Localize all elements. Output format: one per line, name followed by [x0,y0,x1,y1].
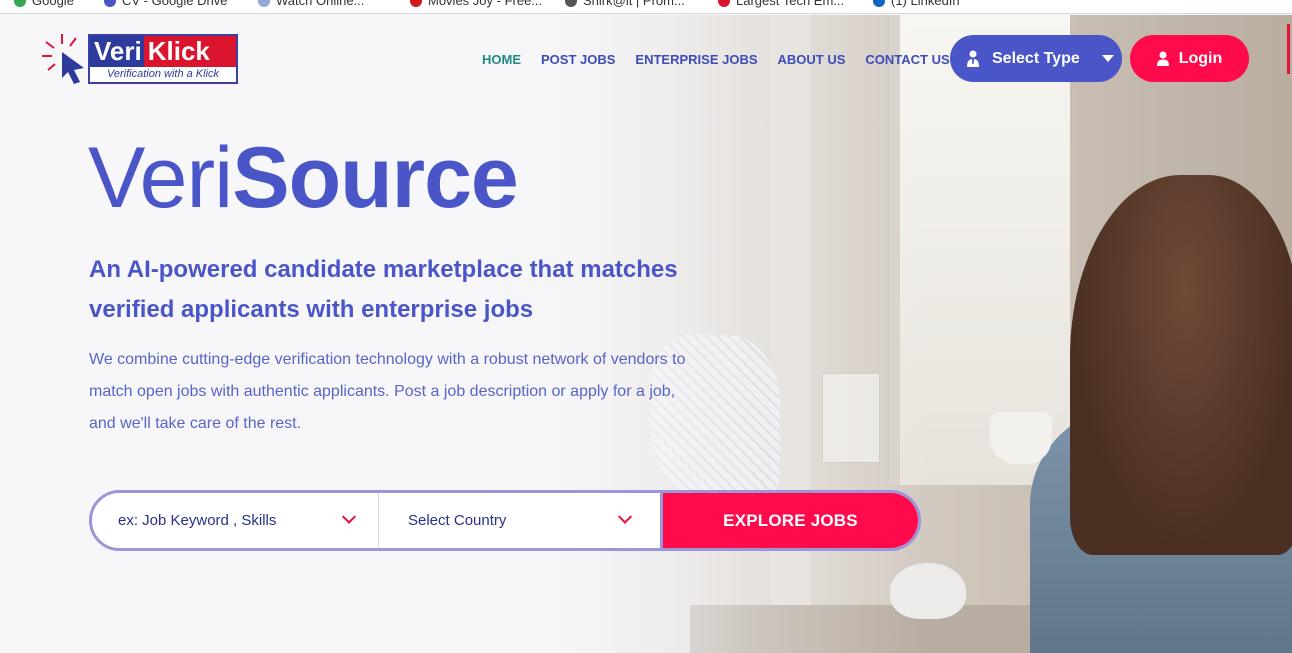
nav-post-jobs[interactable]: POST JOBS [541,52,615,67]
shirk-icon [565,0,577,7]
nav-home[interactable]: HOME [482,52,521,67]
chevron-down-icon [341,509,357,524]
bookmark-google[interactable]: Google [14,0,74,8]
bookmark-cv[interactable]: CV - Google Drive [104,0,227,8]
drive-icon [104,0,116,7]
bookmark-tech[interactable]: Largest Tech Em... [718,0,844,8]
bookmark-linkedin[interactable]: (1) LinkedIn [873,0,960,8]
logo-word-veri: Veri [90,36,144,67]
google-icon [14,0,26,7]
movies-icon [410,0,422,7]
nav-enterprise-jobs[interactable]: ENTERPRISE JOBS [635,52,757,67]
select-type-label: Select Type [992,49,1080,67]
bookmark-shirk[interactable]: Shirk@it | Prom... [565,0,685,8]
user-icon [1156,51,1169,66]
user-tie-icon [967,50,979,67]
country-placeholder: Select Country [408,512,507,529]
nav-about-us[interactable]: ABOUT US [778,52,846,67]
chevron-down-icon [617,509,633,524]
login-label: Login [1178,49,1223,67]
globe-icon [258,0,270,7]
page-title: VeriSource [88,130,519,226]
hero-subtitle: An AI-powered candidate marketplace that… [89,256,678,323]
bookmark-watch[interactable]: Watch Online... [258,0,364,8]
job-search-bar: ex: Job Keyword , Skills Select Country … [89,490,921,551]
explore-jobs-button[interactable]: EXPLORE JOBS [663,493,918,548]
logo-tagline: Verification with a Klick [106,68,220,80]
select-type-button[interactable]: Select Type [950,35,1122,82]
logo-word-klick: Klick [143,36,236,67]
tech-icon [718,0,730,7]
veriklick-logo[interactable]: Veri Klick Verification with a Klick [42,32,242,88]
bookmarks-bar: Google CV - Google Drive Watch Online...… [0,0,1292,14]
caret-down-icon [1101,55,1114,62]
main-nav: HOME POST JOBS ENTERPRISE JOBS ABOUT US … [482,52,950,67]
cursor-burst-icon [42,34,84,84]
bookmark-movies[interactable]: Movies Joy - Free... [410,0,542,8]
login-button[interactable]: Login [1130,35,1249,82]
keyword-select[interactable]: ex: Job Keyword , Skills [92,493,379,548]
title-bold: Source [232,130,519,226]
title-thin: Veri [88,130,233,226]
scrollbar-marker [1287,24,1290,74]
linkedin-icon [873,0,885,7]
hero-section [0,15,1292,653]
nav-contact-us[interactable]: CONTACT US [865,52,949,67]
keyword-placeholder: ex: Job Keyword , Skills [118,512,277,529]
country-select[interactable]: Select Country [379,493,663,548]
hero-description: We combine cutting-edge verification tec… [89,351,686,432]
